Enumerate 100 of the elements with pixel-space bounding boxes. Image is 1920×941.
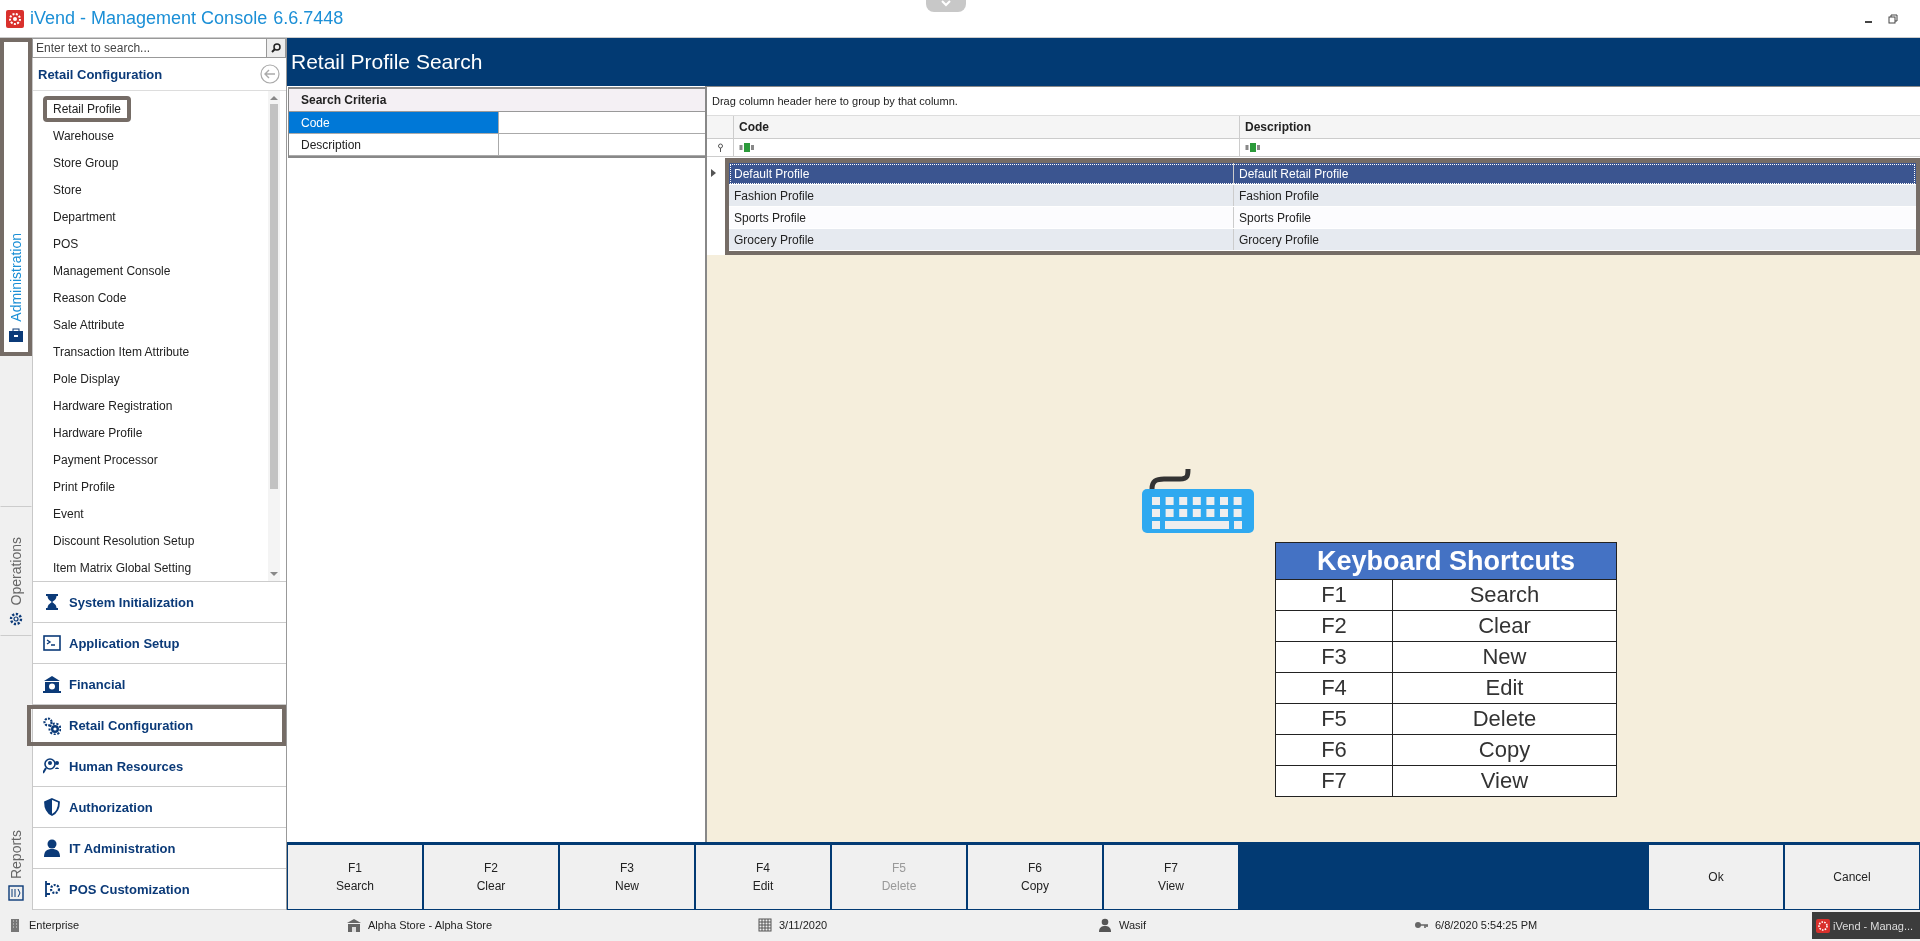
restore-icon[interactable]: [1888, 13, 1898, 24]
side-tab[interactable]: Reports: [0, 790, 32, 910]
scrollbar[interactable]: [268, 91, 280, 581]
table-cell[interactable]: Sports Profile: [1234, 207, 1916, 228]
sidebar-item[interactable]: Hardware Registration: [43, 392, 183, 419]
text-filter-icon[interactable]: [1245, 143, 1261, 152]
sidebar-item[interactable]: Discount Resolution Setup: [43, 527, 205, 554]
sidebar-item[interactable]: Item Matrix Global Setting: [43, 554, 202, 581]
column-header[interactable]: Description: [1240, 116, 1920, 138]
app-logo-icon: [1816, 918, 1830, 933]
app-logo-icon: [6, 9, 24, 28]
gears-icon: [43, 716, 61, 735]
hourglass-icon: [43, 593, 61, 611]
terminal-icon: [43, 634, 61, 652]
sidebar-item[interactable]: Reason Code: [43, 284, 137, 311]
table-cell: Copy: [1392, 734, 1617, 766]
nav-section-button[interactable]: Retail Configuration: [27, 705, 286, 746]
table-cell: Search: [1392, 579, 1617, 611]
toolbar-button[interactable]: F1 Search: [287, 844, 423, 910]
window-title: iVend - Management Console: [30, 8, 268, 29]
side-tab[interactable]: Administration: [0, 38, 32, 356]
taskbar-button[interactable]: iVend - Manag...: [1812, 912, 1920, 939]
table-cell[interactable]: Grocery Profile: [1234, 229, 1916, 250]
sidebar-item[interactable]: Hardware Profile: [43, 419, 153, 446]
toolbar-button[interactable]: F7 View: [1103, 844, 1239, 910]
search-button[interactable]: [267, 38, 286, 58]
column-header[interactable]: Code: [734, 116, 1240, 138]
date-label: 3/11/2020: [779, 919, 828, 931]
toolbar-button[interactable]: F4 Edit: [695, 844, 831, 910]
panel-title: Retail Configuration: [38, 66, 163, 82]
table-cell[interactable]: Default Profile: [729, 163, 1234, 184]
people-search-icon: [43, 757, 61, 775]
table-cell[interactable]: Grocery Profile: [729, 229, 1234, 250]
sidebar-item[interactable]: Print Profile: [43, 473, 126, 500]
shield-icon: [43, 798, 61, 816]
sidebar-item[interactable]: Payment Processor: [43, 446, 168, 473]
nav-section-button[interactable]: System Initialization: [33, 582, 286, 623]
toolbar-button[interactable]: F3 New: [559, 844, 695, 910]
nav-section-button[interactable]: Financial: [33, 664, 286, 705]
scroll-up-icon: [270, 95, 278, 100]
nav-section-button[interactable]: Application Setup: [33, 623, 286, 664]
page-title: Retail Profile Search: [291, 50, 483, 74]
table-cell: View: [1392, 765, 1617, 797]
table-cell: F5: [1275, 703, 1393, 735]
user-icon: [1098, 918, 1112, 932]
table-cell: F6: [1275, 734, 1393, 766]
back-icon[interactable]: [260, 64, 280, 84]
table-cell: Delete: [1392, 703, 1617, 735]
person-icon: [43, 839, 61, 857]
report-icon: [8, 885, 24, 901]
sidebar-item[interactable]: Store: [43, 176, 92, 203]
table-cell: F3: [1275, 641, 1393, 673]
gear-tools-icon: [43, 880, 61, 898]
calendar-icon: [758, 918, 772, 932]
filter-pin-icon: [716, 143, 724, 152]
text-filter-icon[interactable]: [739, 143, 755, 152]
sidebar-item[interactable]: Retail Profile: [43, 95, 132, 122]
version-label: 6.6.7448: [273, 8, 344, 29]
sidebar-item[interactable]: Sale Attribute: [43, 311, 135, 338]
field-label[interactable]: Code: [289, 112, 499, 133]
table-cell[interactable]: Default Retail Profile: [1234, 163, 1916, 184]
sidebar-item[interactable]: Transaction Item Attribute: [43, 338, 200, 365]
chevron-down-icon: [941, 0, 951, 8]
table-cell: New: [1392, 641, 1617, 673]
sidebar-item[interactable]: Management Console: [43, 257, 181, 284]
table-title: Keyboard Shortcuts: [1275, 542, 1617, 580]
toolbar-button[interactable]: F2 Clear: [423, 844, 559, 910]
search-field[interactable]: Enter text to search...: [32, 38, 267, 58]
table-cell: F2: [1275, 610, 1393, 642]
sidebar-item[interactable]: POS: [43, 230, 89, 257]
bank-icon: [43, 675, 61, 693]
store-label: Alpha Store - Alpha Store: [368, 919, 493, 931]
gear-icon: [8, 611, 24, 627]
table-cell[interactable]: Sports Profile: [729, 207, 1234, 228]
nav-section-button[interactable]: Human Resources: [33, 746, 286, 787]
nav-section-button[interactable]: Authorization: [33, 787, 286, 828]
login-time-label: 6/8/2020 5:54:25 PM: [1435, 919, 1538, 931]
side-tab[interactable]: Operations: [0, 506, 32, 636]
table-cell: F4: [1275, 672, 1393, 704]
scroll-down-icon: [270, 572, 278, 577]
briefcase-icon: [8, 328, 24, 344]
sidebar-item[interactable]: Warehouse: [43, 122, 124, 149]
toolbar-button[interactable]: F6 Copy: [967, 844, 1103, 910]
store-icon: [347, 918, 361, 932]
sidebar-item[interactable]: Department: [43, 203, 126, 230]
row-indicator-icon: [711, 169, 716, 177]
table-cell: Edit: [1392, 672, 1617, 704]
building-icon: [8, 918, 22, 932]
table-cell[interactable]: Fashion Profile: [1234, 185, 1916, 206]
search-icon: [271, 43, 281, 53]
company-label: Enterprise: [29, 919, 80, 931]
sidebar-item[interactable]: Store Group: [43, 149, 129, 176]
sidebar-item[interactable]: Event: [43, 500, 94, 527]
action-button[interactable]: Ok: [1648, 844, 1784, 910]
table-cell: F7: [1275, 765, 1393, 797]
table-cell: Clear: [1392, 610, 1617, 642]
nav-section-button[interactable]: IT Administration: [33, 828, 286, 869]
sidebar-item[interactable]: Pole Display: [43, 365, 130, 392]
table-cell[interactable]: Fashion Profile: [729, 185, 1234, 206]
action-button[interactable]: Cancel: [1784, 844, 1920, 910]
